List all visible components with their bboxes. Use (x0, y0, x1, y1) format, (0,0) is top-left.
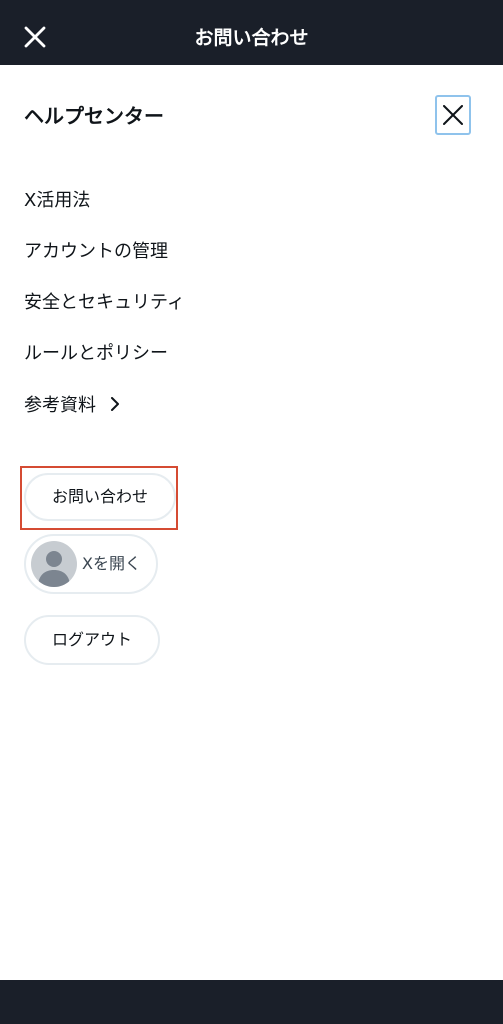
open-x-button[interactable]: Xを開く (24, 534, 158, 594)
menu-title: ヘルプセンター (24, 104, 164, 128)
nav-item-label: X活用法 (24, 190, 91, 211)
nav-item-label: アカウントの管理 (24, 241, 168, 262)
nav-item-label: 安全とセキュリティ (24, 292, 185, 313)
nav-item-resources[interactable]: 参考資料 (24, 393, 120, 419)
nav-item-rules[interactable]: ルールとポリシー (24, 341, 168, 367)
nav-item-account[interactable]: アカウントの管理 (24, 239, 168, 265)
default-avatar-icon (38, 551, 70, 587)
bottom-bar (0, 980, 503, 1024)
nav-item-safety[interactable]: 安全とセキュリティ (24, 290, 185, 316)
logout-button[interactable]: ログアウト (24, 615, 160, 665)
page-title: お問い合わせ (194, 27, 309, 49)
avatar (31, 541, 77, 587)
top-bar: お問い合わせ (0, 0, 503, 65)
open-x-label: Xを開く (82, 554, 141, 573)
nav-item-x-usage[interactable]: X活用法 (24, 188, 90, 214)
contact-button[interactable]: お問い合わせ (24, 473, 176, 521)
menu-close-button[interactable] (435, 95, 471, 135)
nav-item-label: ルールとポリシー (24, 343, 168, 364)
chevron-right-icon (110, 393, 120, 419)
nav-item-label: 参考資料 (24, 395, 96, 416)
close-icon (443, 105, 463, 125)
